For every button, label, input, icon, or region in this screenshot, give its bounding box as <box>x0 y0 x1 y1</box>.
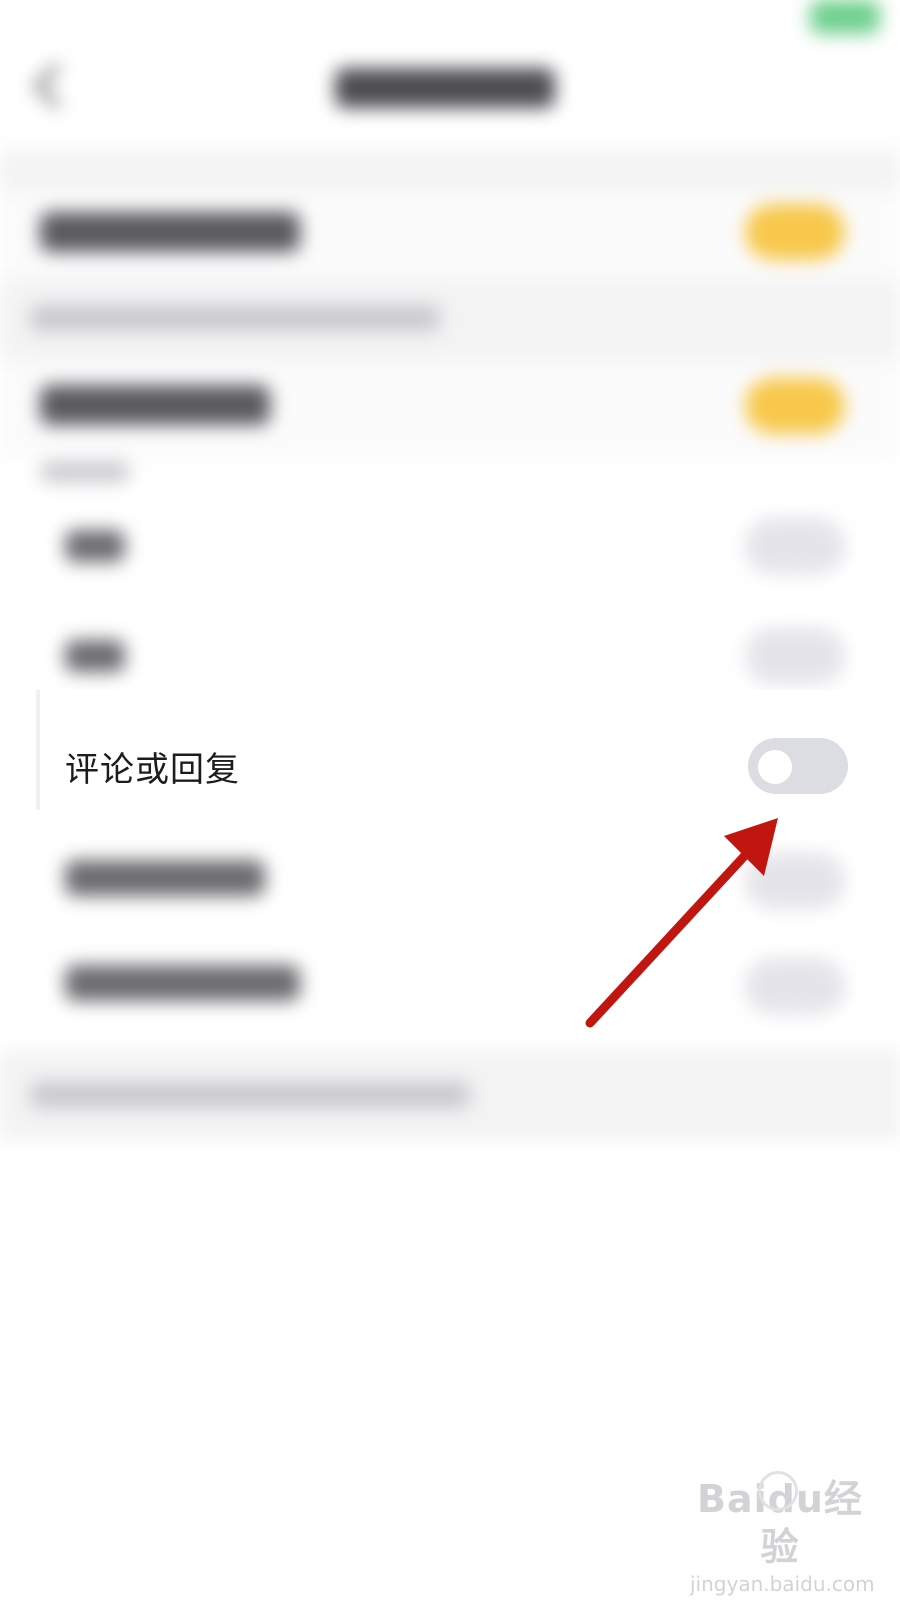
sub-row-4-label <box>65 965 300 1001</box>
status-indicator <box>810 0 880 34</box>
row-edge-divider <box>36 690 40 810</box>
section-hint-2-text <box>30 1082 470 1108</box>
section-gap-top <box>0 150 900 190</box>
setting-row-1 <box>0 190 900 280</box>
back-icon <box>33 63 79 109</box>
sub-row-2-toggle <box>745 628 845 684</box>
sub-row-4 <box>0 940 900 1040</box>
page-title-placeholder <box>335 68 555 108</box>
setting-row-2 <box>0 360 900 460</box>
sub-row-3-toggle <box>745 853 845 909</box>
setting-row-2-toggle <box>745 378 845 434</box>
section-hint-2 <box>0 1050 900 1140</box>
sub-row-1 <box>0 500 900 600</box>
sub-header <box>40 462 130 482</box>
sub-row-4-toggle <box>745 958 845 1014</box>
setting-row-1-toggle <box>745 204 845 260</box>
comment-or-reply-toggle[interactable] <box>748 738 848 794</box>
watermark-url: jingyan.baidu.com <box>690 1572 875 1596</box>
sub-row-2-label <box>65 640 125 672</box>
section-hint-1-text <box>30 305 440 331</box>
sub-row-3 <box>0 835 900 935</box>
sub-row-3-label <box>65 860 265 896</box>
setting-row-1-label <box>40 212 300 252</box>
baidu-jingyan-watermark: Baidu经验 jingyan.baidu.com <box>690 1471 875 1596</box>
paw-icon <box>758 1471 798 1511</box>
comment-or-reply-row: 评论或回复 <box>36 690 900 840</box>
setting-row-2-label <box>40 385 270 425</box>
toggle-knob <box>758 750 792 784</box>
sub-row-1-label <box>65 530 125 562</box>
section-hint-1 <box>0 280 900 360</box>
comment-or-reply-label: 评论或回复 <box>65 750 240 790</box>
sub-row-1-toggle <box>745 518 845 574</box>
